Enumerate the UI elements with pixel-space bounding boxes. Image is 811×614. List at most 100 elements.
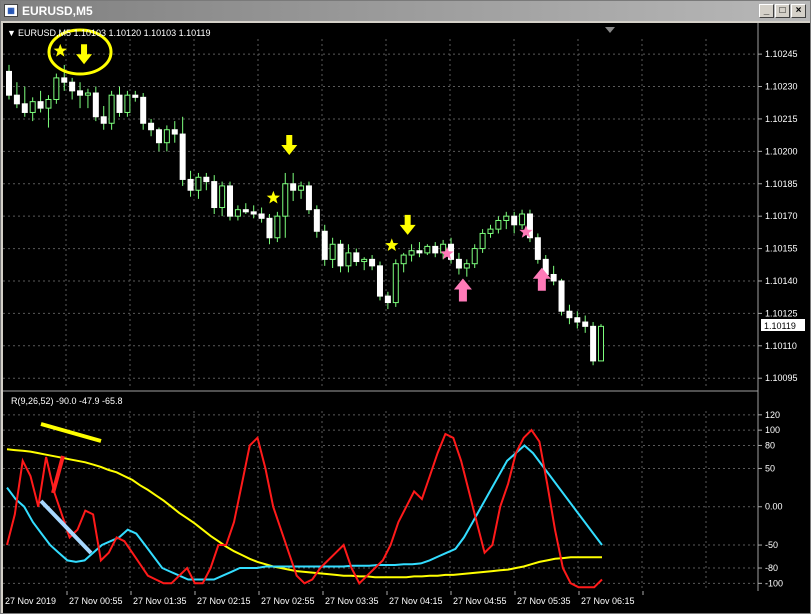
indicator-tick-label: 80 (765, 440, 775, 450)
candle-bear (566, 310, 573, 319)
signal-star-icon (53, 43, 67, 57)
candle-bull (298, 185, 305, 191)
candle-bear (100, 116, 107, 124)
candle-bear (132, 94, 139, 98)
price-tick-label: 1.10095 (765, 373, 798, 383)
candle-bull (329, 243, 336, 260)
candle-bull (29, 101, 36, 113)
candle-bull (45, 98, 52, 109)
time-tick-label: 27 Nov 2019 (5, 596, 56, 606)
candle-bull (84, 92, 91, 96)
candle-bear (37, 101, 44, 109)
price-tick-label: 1.10200 (765, 146, 798, 156)
time-tick-label: 27 Nov 01:35 (133, 596, 187, 606)
candle-bear (266, 217, 273, 239)
candle-bull (282, 183, 289, 217)
signal-star-icon (266, 190, 280, 204)
candle-bull (519, 213, 526, 226)
candle-bear (455, 258, 462, 269)
candle-bull (108, 94, 115, 124)
candle-bear (258, 213, 265, 219)
chart-area[interactable]: 1.10245 1.10230 1.10215 1.10200 1.10185 1.101… (3, 23, 810, 613)
candle-bear (313, 209, 320, 232)
candle-bear (511, 215, 518, 226)
signal-star-icon (385, 238, 399, 251)
candle-bear (550, 273, 557, 282)
time-tick-label: 27 Nov 03:35 (325, 596, 379, 606)
buy-arrow-icon (453, 278, 472, 302)
price-tick-label: 1.10230 (765, 82, 798, 92)
shift-marker-icon[interactable] (605, 27, 615, 33)
candle-bear (116, 94, 123, 113)
indicator-tick-label: 50 (765, 463, 775, 473)
indicator-lines (6, 428, 603, 589)
time-tick-label: 27 Nov 04:55 (453, 596, 507, 606)
price-tick-label: 1.10125 (765, 308, 798, 318)
maximize-button[interactable]: □ (775, 4, 790, 18)
candle-bear (574, 317, 581, 323)
minimize-button[interactable]: _ (759, 4, 774, 18)
chart-header: EURUSD,M5 1.10103 1.10120 1.10103 1.1011… (18, 28, 210, 38)
candle-bear (187, 178, 194, 191)
sell-arrow-icon (399, 214, 416, 235)
candle-bear (337, 243, 344, 267)
candle-bear (69, 81, 76, 92)
candle-bull (234, 209, 241, 217)
candle-bear (155, 129, 162, 144)
candle-bull (163, 129, 170, 144)
indicator-tick-label: 100 (765, 425, 780, 435)
grid-lines (3, 39, 758, 591)
title-bar[interactable]: ▦ EURUSD,M5 _ □ × (1, 1, 810, 21)
candle-bear (140, 96, 147, 124)
current-price-text: 1.10119 (764, 321, 796, 331)
candle-bear (321, 230, 328, 260)
indicator-tick-label: -100 (765, 578, 783, 588)
price-tick-label: 1.10215 (765, 114, 798, 124)
drawn-annotations (39, 28, 113, 555)
candle-bear (534, 237, 541, 260)
price-tick-label: 1.10110 (765, 341, 797, 351)
candle-bull (124, 94, 131, 113)
candle-bull (598, 325, 604, 362)
candle-bear (590, 325, 597, 362)
time-tick-label: 27 Nov 06:15 (581, 596, 635, 606)
terminal-window: ▦ EURUSD,M5 _ □ × 1.10245 1.10230 1.10215 1… (0, 0, 811, 614)
candle-bull (471, 248, 478, 265)
price-axis: 1.10245 1.10230 1.10215 1.10200 1.10185 1.101… (758, 49, 798, 383)
chart-header-caret-icon[interactable]: ▼ (7, 28, 16, 38)
candle-bull (219, 185, 226, 209)
candle-bear (227, 185, 234, 217)
candle-bear (384, 295, 391, 304)
time-tick-label: 27 Nov 04:15 (389, 596, 443, 606)
candle-bear (305, 185, 312, 211)
price-chart[interactable]: 1.10245 1.10230 1.10215 1.10200 1.10185 1.101… (3, 23, 810, 613)
candle-bear (353, 252, 360, 263)
candle-bear (61, 77, 68, 83)
candle-bull (361, 258, 368, 263)
candle-bull (479, 232, 486, 250)
indicator-tick-label: 0.00 (765, 502, 783, 512)
candle-bear (21, 103, 28, 113)
indicator-line-red (6, 428, 603, 589)
time-tick-label: 27 Nov 02:55 (261, 596, 315, 606)
candle-bull (53, 77, 60, 100)
window-title: EURUSD,M5 (22, 4, 93, 18)
candle-bear (148, 122, 155, 131)
candle-bull (408, 250, 415, 256)
close-button[interactable]: × (791, 4, 806, 18)
price-tick-label: 1.10155 (765, 244, 798, 254)
candle-bear (77, 90, 84, 96)
price-tick-label: 1.10140 (765, 276, 798, 286)
indicator-header: R(9,26,52) -90.0 -47.9 -65.8 (11, 396, 123, 406)
candle-bull (503, 215, 510, 221)
price-tick-label: 1.10170 (765, 211, 798, 221)
candle-bear (432, 245, 439, 254)
time-tick-label: 27 Nov 00:55 (69, 596, 123, 606)
candle-bull (400, 254, 407, 265)
sell-arrow-icon (76, 44, 93, 65)
candle-bull (392, 263, 399, 304)
candle-bear (290, 183, 297, 191)
candle-bear (203, 176, 210, 183)
candle-bull (424, 245, 431, 254)
candle-bear (171, 129, 178, 135)
